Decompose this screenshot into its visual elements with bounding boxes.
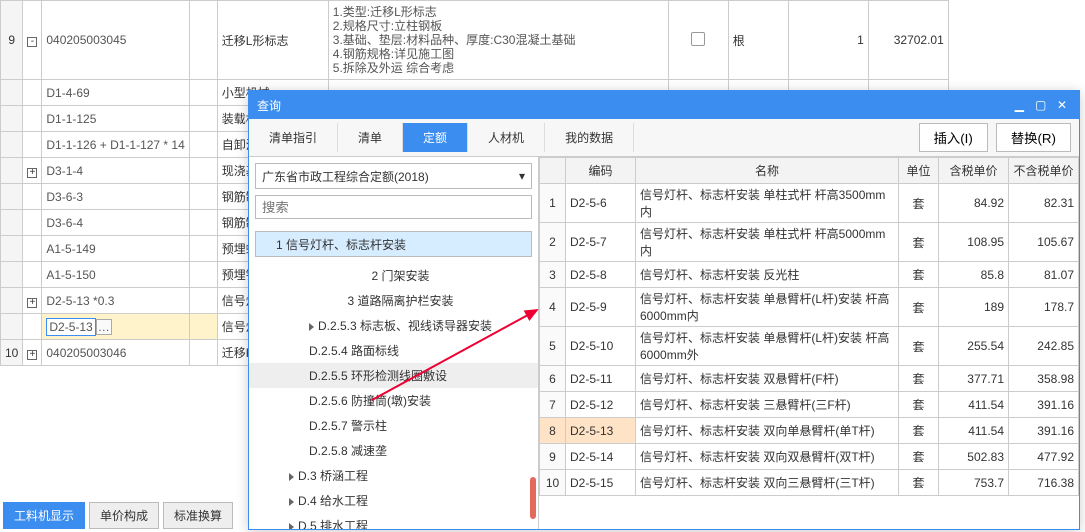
col-header[interactable]: 含税单价 [939,158,1009,184]
result-row[interactable]: 1D2-5-6信号灯杆、标志杆安装 单柱式杆 杆高3500mm内套84.9282… [540,184,1079,223]
dialog-title: 查询 [257,97,281,114]
tree-item[interactable]: D.4 给水工程 [249,488,538,513]
tree-item[interactable]: D.2.5.3 标志板、视线诱导器安装 [249,313,538,338]
norm-select-label: 广东省市政工程综合定额(2018) [262,168,429,185]
minimize-icon[interactable]: ▁ [1010,98,1028,112]
dialog-titlebar[interactable]: 查询 ▁ ▢ ✕ [249,91,1079,119]
result-row[interactable]: 3D2-5-8信号灯杆、标志杆安装 反光柱套85.881.07 [540,262,1079,288]
expand-icon[interactable]: + [27,168,37,178]
checkbox[interactable] [691,32,705,46]
tab-djgc[interactable]: 单价构成 [89,502,159,529]
result-row[interactable]: 9D2-5-14信号灯杆、标志杆安装 双向双悬臂杆(双T杆)套502.83477… [540,444,1079,470]
code-input[interactable]: D2-5-13 [46,318,95,336]
chevron-down-icon: ▾ [519,169,525,183]
insert-button[interactable]: 插入(I) [919,123,988,152]
tab-mydata[interactable]: 我的数据 [545,123,634,152]
search-input[interactable] [255,195,532,219]
tab-rcj[interactable]: 人材机 [468,123,545,152]
tree-item[interactable]: 3 道路隔离护栏安装 [249,288,538,313]
col-header[interactable]: 不含税单价 [1009,158,1079,184]
tree-panel: 广东省市政工程综合定额(2018) ▾ 1 信号灯杆、标志杆安装 2 门架安装3 … [249,157,539,529]
tab-gljxs[interactable]: 工料机显示 [3,502,85,529]
result-row[interactable]: 5D2-5-10信号灯杆、标志杆安装 单悬臂杆(L杆)安装 杆高6000mm外套… [540,327,1079,366]
more-icon[interactable]: … [96,319,112,335]
query-dialog: 查询 ▁ ▢ ✕ 清单指引 清单 定额 人材机 我的数据 插入(I) 替换(R)… [248,90,1080,530]
close-icon[interactable]: ✕ [1053,98,1071,112]
result-row[interactable]: 8D2-5-13信号灯杆、标志杆安装 双向单悬臂杆(单T杆)套411.54391… [540,418,1079,444]
expand-arrow-icon [289,498,294,506]
result-row[interactable]: 6D2-5-11信号灯杆、标志杆安装 双悬臂杆(F杆)套377.71358.98 [540,366,1079,392]
tree-item[interactable]: 2 门架安装 [249,263,538,288]
bottom-tabs: 工料机显示 单价构成 标准换算 [3,502,233,529]
expand-icon[interactable]: + [27,350,37,360]
col-header[interactable]: 编码 [566,158,636,184]
tree-item[interactable]: D.5 排水工程 [249,513,538,529]
col-header[interactable] [540,158,566,184]
tab-bzhs[interactable]: 标准换算 [163,502,233,529]
tab-qdzy[interactable]: 清单指引 [249,123,338,152]
collapse-icon[interactable]: - [27,37,37,47]
result-grid[interactable]: 编码名称单位含税单价不含税单价 1D2-5-6信号灯杆、标志杆安装 单柱式杆 杆… [539,157,1079,496]
expand-arrow-icon [289,523,294,529]
tree-item[interactable]: D.2.5.4 路面标线 [249,338,538,363]
tree-item[interactable]: D.2.5.5 环形检测线圈敷设 [249,363,538,388]
expand-arrow-icon [289,473,294,481]
expand-arrow-icon [309,323,314,331]
result-row[interactable]: 4D2-5-9信号灯杆、标志杆安装 单悬臂杆(L杆)安装 杆高6000mm内套1… [540,288,1079,327]
norm-select[interactable]: 广东省市政工程综合定额(2018) ▾ [255,163,532,189]
main-row[interactable]: 9-040205003045迁移L形标志1.类型:迁移L形标志 2.规格尺寸:立… [1,1,949,80]
tree-item[interactable]: 1 信号灯杆、标志杆安装 [255,231,532,257]
result-panel: 编码名称单位含税单价不含税单价 1D2-5-6信号灯杆、标志杆安装 单柱式杆 杆… [539,157,1079,529]
replace-button[interactable]: 替换(R) [996,123,1071,152]
tree-item[interactable]: D.2.5.8 减速垄 [249,438,538,463]
result-row[interactable]: 2D2-5-7信号灯杆、标志杆安装 单柱式杆 杆高5000mm内套108.951… [540,223,1079,262]
col-header[interactable]: 单位 [899,158,939,184]
tree-item[interactable]: D.2.5.7 警示柱 [249,413,538,438]
modal-tabs: 清单指引 清单 定额 人材机 我的数据 插入(I) 替换(R) [249,119,1079,157]
expand-icon[interactable]: + [27,298,37,308]
tree-item[interactable]: D.2.5.6 防撞筒(墩)安装 [249,388,538,413]
tab-de[interactable]: 定额 [403,123,468,152]
scroll-indicator [530,477,536,519]
tree-item[interactable]: D.3 桥涵工程 [249,463,538,488]
tab-qd[interactable]: 清单 [338,123,403,152]
col-header[interactable]: 名称 [636,158,899,184]
maximize-icon[interactable]: ▢ [1032,98,1050,112]
result-row[interactable]: 7D2-5-12信号灯杆、标志杆安装 三悬臂杆(三F杆)套411.54391.1… [540,392,1079,418]
result-row[interactable]: 10D2-5-15信号灯杆、标志杆安装 双向三悬臂杆(三T杆)套753.7716… [540,470,1079,496]
category-tree[interactable]: 1 信号灯杆、标志杆安装 2 门架安装3 道路隔离护栏安装D.2.5.3 标志板、… [249,223,538,529]
